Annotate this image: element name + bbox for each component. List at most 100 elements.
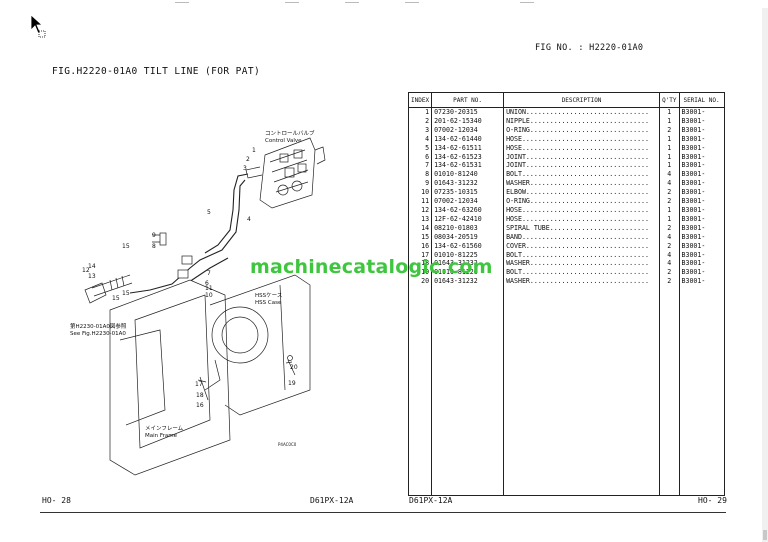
watermark-text: machinecatalogic.com: [250, 256, 493, 278]
cell-index: 20: [407, 277, 433, 287]
cell-serial: B3001-: [678, 259, 725, 269]
col-description: DESCRIPTION: [503, 92, 661, 108]
cell-part-no: 01643-31232: [431, 179, 505, 189]
cell-description: JOINT...............................: [503, 161, 661, 171]
cell-index: 1: [407, 107, 433, 117]
col-index: INDEX: [407, 92, 433, 108]
cell-serial: B3001-: [678, 277, 725, 287]
cell-index: 2: [407, 116, 433, 126]
exploded-parts-drawing: コントロールバルブ Control Valve HSSケース HSS Case …: [70, 129, 326, 476]
table-row: 2 201-62-15340 NIPPLE.....................…: [407, 116, 725, 126]
callout: 14: [88, 263, 96, 270]
callout: 15: [122, 290, 130, 297]
blank-cell: [659, 286, 680, 497]
table-row: 13 12F-62-42410 HOSE......................…: [407, 214, 725, 224]
cell-qty: 4: [659, 170, 680, 180]
cell-serial: B3001-: [678, 152, 725, 162]
cell-qty: 2: [659, 241, 680, 251]
col-qty: Q'TY: [659, 92, 680, 108]
cell-description: NIPPLE..............................: [503, 116, 661, 126]
cell-qty: 1: [659, 134, 680, 144]
callout: 7: [207, 270, 211, 277]
cell-description: WASHER..............................: [503, 179, 661, 189]
cell-serial: B3001-: [678, 125, 725, 135]
cell-part-no: 134-62-61531: [431, 161, 505, 171]
cell-description: SPIRAL TUBE.........................: [503, 223, 661, 233]
col-part-no: PART NO.: [431, 92, 505, 108]
table-row: 12 134-62-63260 HOSE......................…: [407, 205, 725, 215]
cell-serial: B3001-: [678, 223, 725, 233]
scrollbar-thumb[interactable]: [763, 530, 767, 540]
blank-cell: [431, 286, 505, 497]
cell-description: COVER...............................: [503, 241, 661, 251]
cell-qty: 1: [659, 116, 680, 126]
table-header-row: INDEX PART NO. DESCRIPTION Q'TY SERIAL N…: [407, 92, 725, 108]
footer-right-model: D61PX-12A: [409, 496, 453, 505]
cell-serial: B3001-: [678, 250, 725, 260]
fig-number: FIG NO. : H2220-01A0: [535, 43, 644, 53]
vertical-scrollbar[interactable]: [762, 8, 768, 542]
cell-index: 14: [407, 223, 433, 233]
table-row: 16 134-62-61560 COVER.....................…: [407, 241, 725, 251]
callout: 3: [243, 165, 247, 172]
table-row: 5 134-62-61511 HOSE.......................…: [407, 143, 725, 153]
cell-part-no: 07230-20315: [431, 107, 505, 117]
mouse-cursor-icon: [30, 14, 46, 38]
cell-index: 6: [407, 152, 433, 162]
cell-qty: 1: [659, 214, 680, 224]
callout: 1: [252, 147, 256, 154]
see-fig-en-label: See Fig.H2230-01A0: [70, 331, 126, 337]
callout: 8: [152, 243, 156, 250]
cell-description: BOLT................................: [503, 268, 661, 278]
cell-part-no: 01643-31232: [431, 277, 505, 287]
hss-case-en-label: HSS Case: [255, 300, 282, 306]
callout: 16: [196, 402, 204, 409]
callout: 17: [195, 381, 203, 388]
blank-cell: [407, 286, 433, 497]
fig-title: FIG.H2220-01A0 TILT LINE (FOR PAT): [52, 66, 261, 77]
cell-index: 12: [407, 205, 433, 215]
cell-serial: B3001-: [678, 116, 725, 126]
table-row: 1 07230-20315 UNION.......................…: [407, 107, 725, 117]
cell-qty: 4: [659, 179, 680, 189]
callout: 15: [112, 295, 120, 302]
toolbar-ghost: [345, 0, 359, 3]
cell-part-no: 134-62-61440: [431, 134, 505, 144]
cell-index: 3: [407, 125, 433, 135]
main-frame-jp-label: メインフレーム: [145, 425, 184, 432]
cell-description: HOSE................................: [503, 134, 661, 144]
cell-serial: B3001-: [678, 232, 725, 242]
cell-serial: B3001-: [678, 241, 725, 251]
callout: 2: [246, 156, 250, 163]
toolbar-ghost: [175, 0, 189, 3]
cell-serial: B3001-: [678, 170, 725, 180]
cell-qty: 2: [659, 125, 680, 135]
cell-qty: 1: [659, 152, 680, 162]
cell-part-no: 08034-20519: [431, 232, 505, 242]
callout: 5: [207, 209, 211, 216]
cell-qty: 1: [659, 107, 680, 117]
cell-index: 5: [407, 143, 433, 153]
cell-part-no: 201-62-15340: [431, 116, 505, 126]
cell-qty: 1: [659, 161, 680, 171]
cell-part-no: 134-62-61560: [431, 241, 505, 251]
cell-part-no: 08210-01803: [431, 223, 505, 233]
cell-serial: B3001-: [678, 179, 725, 189]
toolbar-ghost: [285, 0, 299, 3]
cell-index: 9: [407, 179, 433, 189]
callout: 4: [247, 216, 251, 223]
cell-index: 8: [407, 170, 433, 180]
cell-description: O-RING..............................: [503, 197, 661, 206]
cell-part-no: 01010-81240: [431, 170, 505, 180]
cell-description: BOLT................................: [503, 250, 661, 260]
cell-description: HOSE................................: [503, 143, 661, 153]
cell-description: HOSE................................: [503, 205, 661, 215]
table-row: 3 07002-12034 O-RING......................…: [407, 125, 725, 135]
table-row: 20 01643-31232 WASHER.....................…: [407, 277, 725, 287]
cell-qty: 2: [659, 197, 680, 206]
table-row: 4 134-62-61440 HOSE.......................…: [407, 134, 725, 144]
cell-serial: B3001-: [678, 214, 725, 224]
control-valve-illustration: [245, 137, 326, 209]
table-row: 8 01010-81240 BOLT........................…: [407, 170, 725, 180]
cell-index: 16: [407, 241, 433, 251]
